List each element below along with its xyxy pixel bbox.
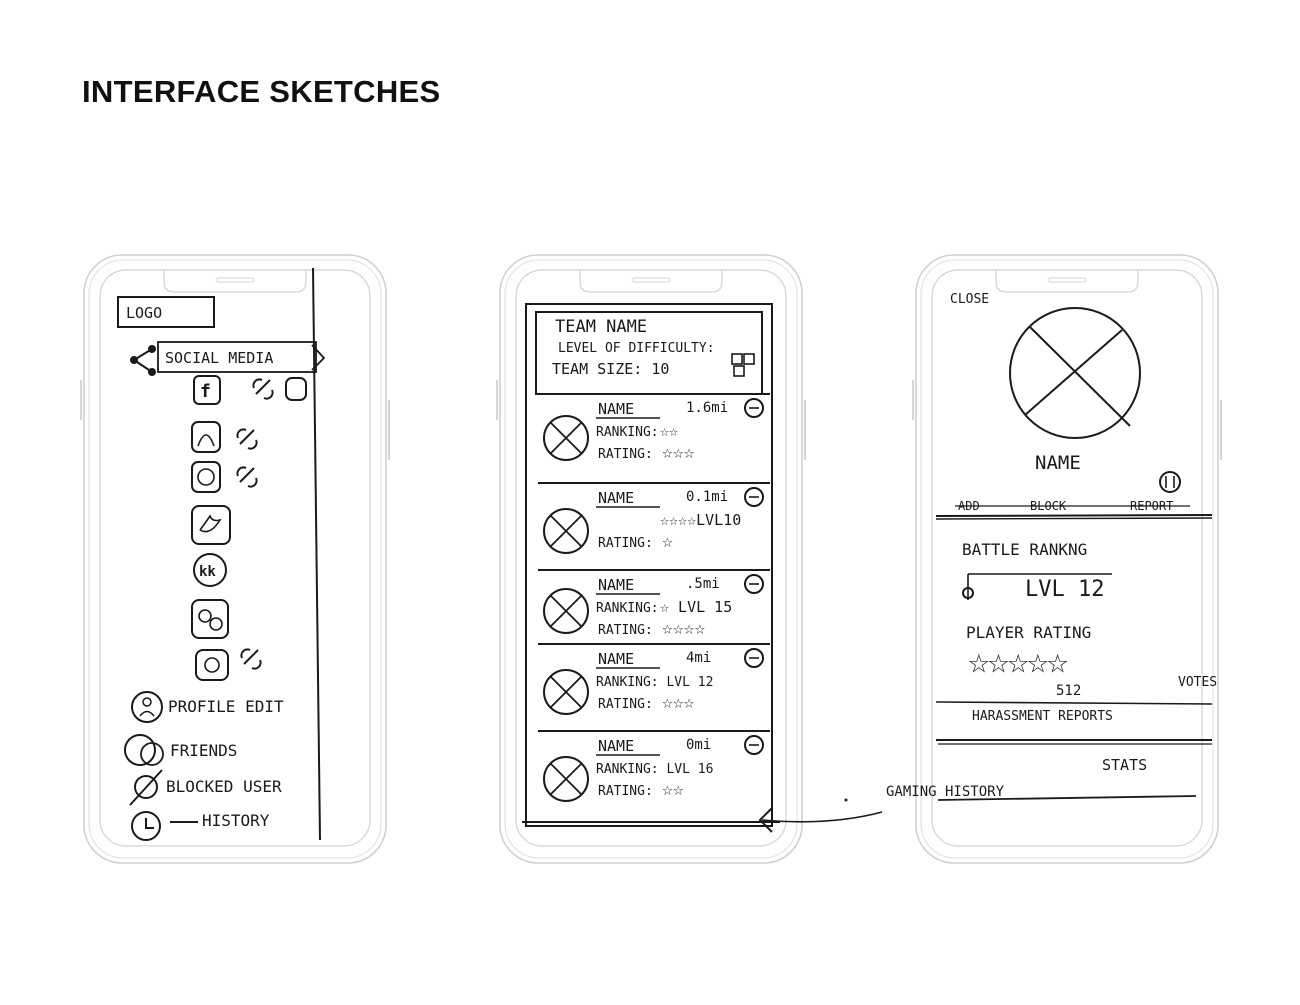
player-rating: RATING: (598, 784, 653, 799)
team-name: TEAM NAME (555, 317, 647, 337)
instagram-icon[interactable] (195, 649, 229, 681)
stats-label: STATS (1102, 756, 1147, 774)
gaming-history-label: GAMING HISTORY (886, 784, 1005, 800)
phone-menu: LOGO SOCIAL MEDIA f kk PROFILE EDIT FRIE… (80, 254, 390, 864)
player-distance: .5mi (686, 576, 720, 592)
snapchat-icon[interactable] (191, 421, 221, 453)
ranking-stars: ☆☆ (660, 422, 678, 440)
player-rating: RATING: (598, 697, 653, 712)
rating-stars: ☆☆☆☆☆ (968, 641, 1068, 682)
link-icon (236, 428, 258, 450)
player-ranking: RANKING: LVL 16 (596, 762, 713, 777)
link-icon (252, 378, 274, 400)
menu-item-friends[interactable]: FRIENDS (124, 734, 237, 766)
svg-text:f: f (200, 381, 211, 402)
ranking-stars: ☆ LVL 15 (660, 598, 732, 616)
player-name: NAME (598, 489, 634, 507)
friends-icon (124, 734, 156, 766)
rating-stars: ☆☆☆ (662, 442, 695, 463)
player-row[interactable]: NAME 0mi RANKING: LVL 16 RATING: ☆☆ (538, 730, 770, 802)
player-row[interactable]: NAME .5mi RANKING: ☆ LVL 15 RATING: ☆☆☆☆ (538, 569, 770, 639)
facebook-icon[interactable]: f (193, 375, 221, 405)
checkbox[interactable] (743, 353, 755, 365)
player-rating: RATING: (598, 447, 653, 462)
harassment-reports: HARASSMENT REPORTS (972, 709, 1113, 724)
close-button[interactable]: CLOSE (950, 292, 989, 307)
menu-item-profile-edit[interactable]: PROFILE EDIT (131, 691, 284, 723)
blocked-user-label: BLOCKED USER (166, 777, 282, 796)
player-ranking: RANKING: (596, 601, 659, 616)
menu-item-blocked-user[interactable]: BLOCKED USER (129, 769, 282, 806)
kik-icon[interactable]: kk (193, 553, 227, 587)
player-rating-label: PLAYER RATING (966, 623, 1091, 642)
svg-text:kk: kk (199, 564, 216, 580)
ranking-stars: ☆☆☆☆LVL10 (660, 511, 741, 529)
battle-level: LVL 12 (1025, 577, 1104, 602)
level-of-difficulty: LEVEL OF DIFFICULTY: (558, 341, 715, 356)
phone-team: TEAM NAME LEVEL OF DIFFICULTY: TEAM SIZE… (496, 254, 883, 864)
player-ranking: RANKING: LVL 12 (596, 675, 713, 690)
reddit-icon[interactable] (191, 461, 221, 493)
profile-icon (131, 691, 163, 723)
social-media-label: SOCIAL MEDIA (165, 349, 273, 367)
rating-stars: ☆☆☆ (662, 692, 695, 713)
more-icon[interactable] (1159, 471, 1181, 493)
player-row[interactable]: NAME 1.6mi RANKING: ☆☆ RATING: ☆☆☆ (538, 393, 770, 463)
sketch-canvas: LOGO SOCIAL MEDIA f kk PROFILE EDIT FRIE… (80, 254, 1222, 864)
player-name: NAME (598, 576, 634, 594)
player-name: NAME (598, 650, 634, 668)
logo-label: LOGO (126, 304, 162, 322)
profile-name: NAME (1035, 452, 1081, 474)
player-row[interactable]: NAME 0.1mi ☆☆☆☆LVL10 RATING: ☆ (538, 482, 770, 554)
player-ranking: RANKING: (596, 425, 659, 440)
profile-edit-label: PROFILE EDIT (168, 697, 284, 716)
avatar-placeholder (1009, 307, 1141, 439)
link-icon (236, 466, 258, 488)
player-distance: 1.6mi (686, 400, 728, 416)
checkbox[interactable] (731, 353, 743, 365)
player-rating: RATING: (598, 536, 653, 551)
rating-stars: ☆☆☆☆ (662, 618, 706, 639)
player-distance: 0mi (686, 737, 711, 753)
player-rating: RATING: (598, 623, 653, 638)
player-distance: 0.1mi (686, 489, 728, 505)
team-size: TEAM SIZE: 10 (552, 360, 669, 378)
player-name: NAME (598, 737, 634, 755)
link-icon (240, 648, 262, 670)
votes-label: VOTES (1178, 675, 1217, 690)
votes-count: 512 (1056, 683, 1081, 699)
rating-stars: ☆☆ (662, 779, 684, 800)
player-name: NAME (598, 400, 634, 418)
player-row[interactable]: NAME 4mi RANKING: LVL 12 RATING: ☆☆☆ (538, 643, 770, 715)
toggle-icon[interactable] (285, 377, 307, 401)
twitter-icon[interactable] (191, 505, 231, 545)
player-distance: 4mi (686, 650, 711, 666)
history-label: HISTORY (202, 811, 270, 830)
battle-ranking-label: BATTLE RANKNG (962, 540, 1087, 559)
checkbox[interactable] (733, 365, 745, 377)
rating-stars: ☆ (662, 531, 673, 552)
friends-label: FRIENDS (170, 741, 237, 760)
phone-profile: CLOSE NAME ADD BLOCK REPORT BATTLE RANKN… (886, 254, 1222, 864)
wechat-icon[interactable] (191, 599, 229, 639)
menu-item-history[interactable]: HISTORY (131, 811, 270, 841)
share-icon (130, 345, 156, 376)
